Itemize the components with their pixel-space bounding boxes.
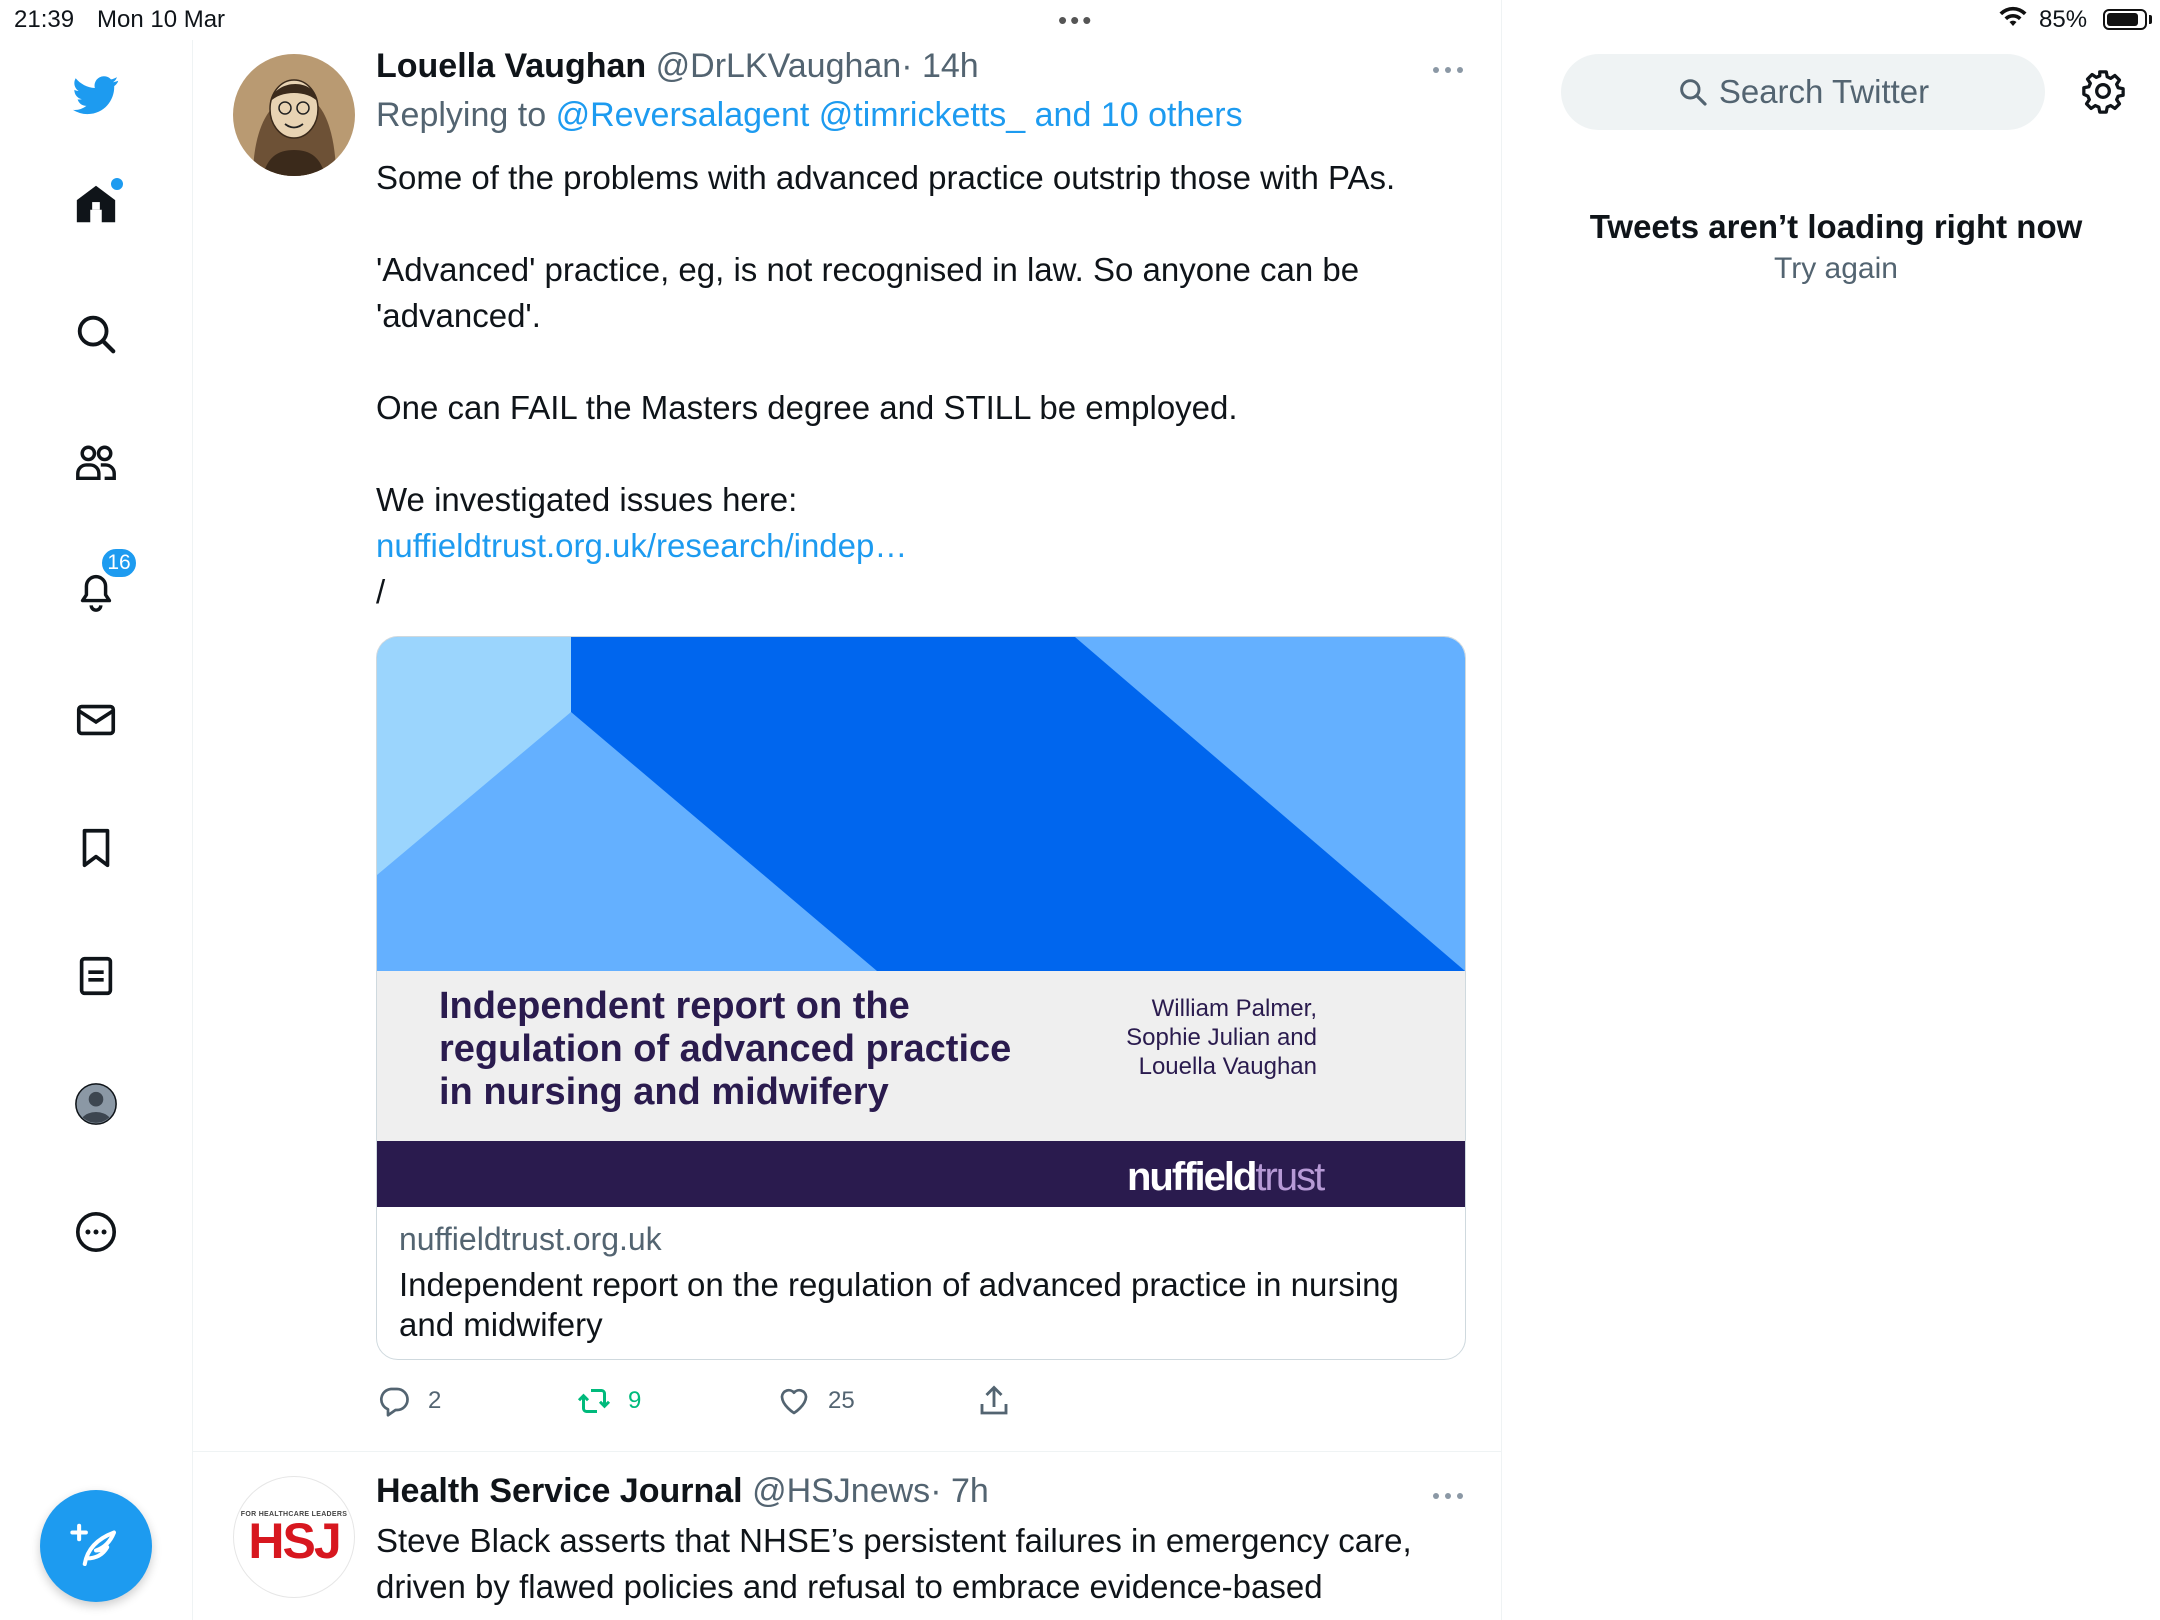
more-options-icon[interactable] [70,1206,122,1258]
twitter-logo-icon[interactable] [70,68,122,120]
tweet-divider [193,1451,1501,1452]
hsj-logo-text: HSJ [248,1512,341,1569]
share-button[interactable] [976,1383,1028,1419]
tweet-time[interactable]: · 14h [901,47,979,85]
search-input[interactable]: Search Twitter [1561,54,2045,130]
author-handle[interactable]: @HSJnews [752,1472,930,1510]
tweet-text-line: We investigated issues here: [376,481,798,518]
messages-icon[interactable] [70,694,122,746]
tweet-text-line: Some of the problems with advanced pract… [376,159,1396,196]
replying-to: Replying to @Reversalagent @timricketts_… [376,96,1243,135]
battery-nub [2149,15,2152,24]
author-avatar[interactable] [233,54,355,176]
author-handle[interactable]: @DrLKVaughan [656,47,902,85]
timeline[interactable]: Louella Vaughan @DrLKVaughan· 14h Replyi… [193,0,1502,1620]
tweet-text: Steve Black asserts that NHSE’s persiste… [376,1518,1436,1610]
like-count: 25 [828,1387,855,1414]
tweet-author-line: Health Service Journal @HSJnews· 7h [376,1472,989,1511]
card-image-authors: William Palmer, Sophie Julian and Louell… [1097,994,1317,1081]
card-image [377,637,1465,1207]
tweet-text-line: driven by flawed policies and refusal to… [376,1568,1323,1605]
tweet-text-line: Steve Black asserts that NHSE’s persiste… [376,1522,1412,1559]
replying-to-handles[interactable]: @Reversalagent @timricketts_ and 10 othe… [556,96,1243,134]
share-icon [980,1385,1008,1415]
search-icon[interactable] [70,308,122,360]
tweet-more-icon[interactable] [1428,1486,1468,1506]
compose-feather-icon [70,1523,117,1567]
tweet-more-icon[interactable] [1428,60,1468,80]
lists-icon[interactable] [70,950,122,1002]
heart-icon [780,1388,808,1415]
author-name[interactable]: Louella Vaughan [376,47,646,85]
like-button[interactable]: 25 [776,1383,855,1419]
replying-prefix: Replying to [376,96,547,134]
tweet-actions: 2 9 25 [376,1383,1376,1423]
tweet-time[interactable]: · 7h [930,1472,989,1510]
status-time: 21:39 [14,6,75,33]
reply-count: 2 [428,1387,442,1414]
battery-percent: 85% [2039,6,2088,33]
settings-gear-icon[interactable] [2080,68,2126,114]
profile-avatar-icon[interactable] [70,1078,122,1130]
battery-level [2107,13,2138,26]
author-name[interactable]: Health Service Journal [376,1472,743,1510]
tweet-text: Some of the problems with advanced pract… [376,155,1436,615]
nuffield-trust-logo: nuffieldtrust [1127,1155,1325,1200]
notifications-badge: 16 [100,547,138,579]
try-again-link[interactable]: Try again [1501,252,2160,286]
card-domain: nuffieldtrust.org.uk [399,1221,662,1257]
home-icon[interactable] [70,176,125,230]
author-avatar[interactable]: FOR HEALTHCARE LEADERS HSJ [233,1476,355,1598]
reply-icon [379,1387,409,1417]
tweet-text-line: / [376,573,386,610]
card-image-author: William Palmer, [1151,995,1317,1022]
trends-error-title: Tweets aren’t loading right now [1589,208,2083,245]
bookmarks-icon[interactable] [70,822,122,874]
card-image-author: Louella Vaughan [1138,1053,1317,1080]
wifi-icon [1998,6,2028,37]
notifications-icon[interactable]: 16 [70,547,138,617]
battery-icon [2103,9,2147,30]
search-icon [1680,79,1707,106]
card-image-title: Independent report on the regulation of … [439,985,1012,1113]
retweet-button[interactable]: 9 [576,1383,641,1419]
tweet-author-line: Louella Vaughan @DrLKVaughan· 14h [376,47,979,86]
brand-part: nuffield [1127,1155,1257,1199]
left-nav: 16 [0,40,193,1620]
link-card[interactable]: Independent report on the regulation of … [376,636,1466,1360]
reply-button[interactable]: 2 [376,1383,441,1419]
compose-tweet-button[interactable] [40,1490,152,1602]
home-unread-dot [109,176,125,192]
card-image-author: Sophie Julian and [1126,1024,1317,1051]
retweet-icon [577,1389,611,1413]
communities-icon[interactable] [70,437,122,489]
search-placeholder: Search Twitter [1718,73,1930,110]
brand-part: trust [1255,1155,1325,1199]
card-title: Independent report on the regulation of … [399,1266,1399,1343]
tweet-text-line: 'Advanced' practice, eg, is not recognis… [376,251,1360,334]
retweet-count: 9 [628,1387,642,1414]
tweet-text-line: One can FAIL the Masters degree and STIL… [376,389,1238,426]
tweet-link[interactable]: nuffieldtrust.org.uk/research/indep… [376,523,1436,569]
